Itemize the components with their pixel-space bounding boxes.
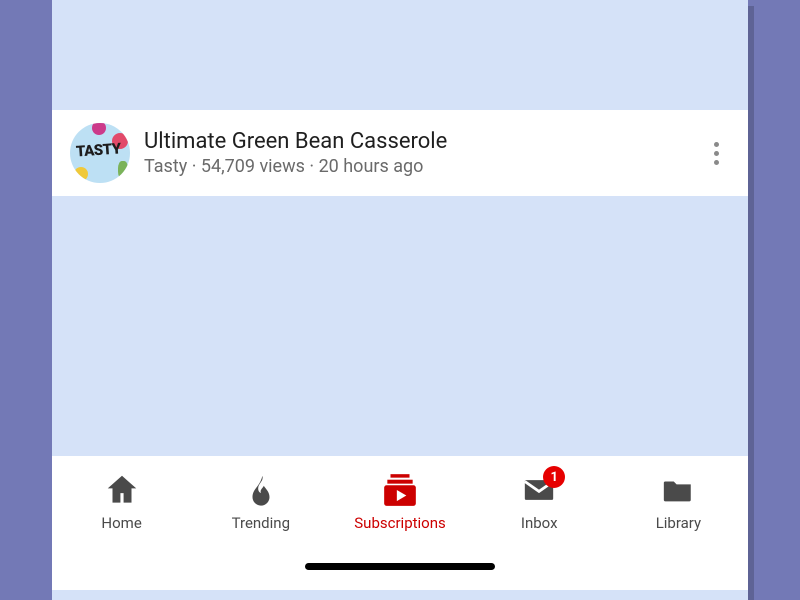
bottom-navbar: Home Trending Subscriptions (52, 456, 748, 590)
phone-screen: TASTY Ultimate Green Bean Casserole Tast… (52, 0, 748, 600)
nav-subscriptions[interactable]: Subscriptions (330, 470, 469, 532)
mail-icon: 1 (519, 470, 559, 510)
nav-home[interactable]: Home (52, 470, 191, 532)
subscriptions-icon (380, 470, 420, 510)
channel-avatar[interactable]: TASTY (70, 123, 130, 183)
video-title: Ultimate Green Bean Casserole (144, 129, 694, 154)
nav-library[interactable]: Library (609, 470, 748, 532)
video-subtitle: Tasty · 54,709 views · 20 hours ago (144, 156, 694, 177)
nav-trending[interactable]: Trending (191, 470, 330, 532)
home-icon (102, 470, 142, 510)
folder-icon (658, 470, 698, 510)
video-meta: Ultimate Green Bean Casserole Tasty · 54… (144, 129, 694, 177)
video-list-item[interactable]: TASTY Ultimate Green Bean Casserole Tast… (52, 110, 748, 196)
more-options-icon[interactable] (694, 142, 730, 165)
feed-area[interactable]: TASTY Ultimate Green Bean Casserole Tast… (52, 0, 748, 456)
home-indicator[interactable] (305, 563, 495, 570)
inbox-badge: 1 (543, 466, 565, 488)
avatar-label: TASTY (75, 139, 121, 160)
nav-inbox[interactable]: 1 Inbox (470, 470, 609, 532)
flame-icon (241, 470, 281, 510)
